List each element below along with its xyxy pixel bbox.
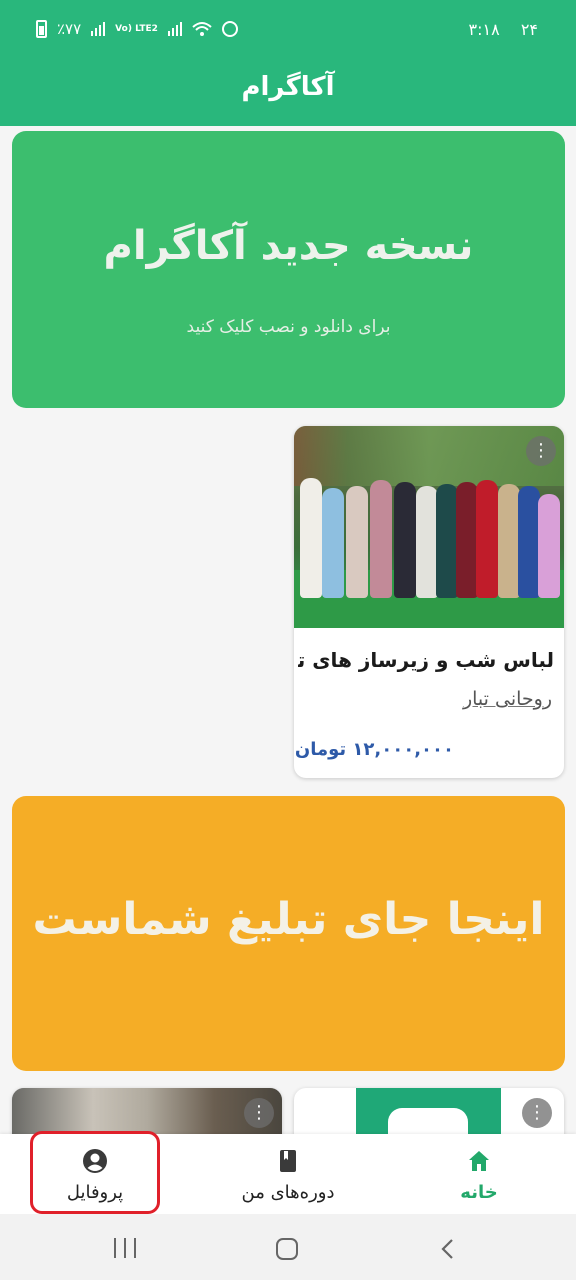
nav-item-home[interactable]: خانه (404, 1134, 554, 1214)
app-title: آکاگرام (241, 72, 335, 102)
status-clock: ۳:۱۸ (468, 20, 500, 39)
alarm-icon (221, 21, 238, 37)
update-banner-title: نسخه جدید آکاگرام (103, 223, 474, 269)
battery-level: ٪۷۷ (57, 20, 82, 38)
product-image (294, 426, 564, 628)
back-icon[interactable] (438, 1238, 458, 1260)
status-date: ۲۴ (520, 20, 538, 39)
update-banner-subtitle: برای دانلود و نصب کلیک کنید (186, 317, 391, 337)
product-menu-icon[interactable]: ⋮ (526, 436, 556, 466)
product-menu-icon[interactable]: ⋮ (244, 1098, 274, 1128)
book-icon (280, 1150, 296, 1172)
system-navigation-bar (0, 1214, 576, 1280)
ad-banner-title: اینجا جای تبلیغ شماست (32, 894, 545, 945)
app-header: ٪۷۷ Vo) LTE2 ۲۴ ۳:۱۸ آکاگرام (0, 0, 576, 126)
home-icon (469, 1151, 489, 1171)
product-card[interactable]: ⋮ لباس شب و زیرساز های تخ ۱۲,۰۰۰,۰۰۰ توم… (294, 426, 564, 778)
product-menu-icon[interactable]: ⋮ (522, 1098, 552, 1128)
status-time: ۲۴ ۳:۱۸ (453, 20, 538, 39)
signal-2-icon (167, 22, 182, 36)
profile-highlight-box (30, 1131, 160, 1214)
signal-icon (91, 22, 106, 36)
update-banner[interactable]: نسخه جدید آکاگرام برای دانلود و نصب کلیک… (12, 131, 565, 408)
nav-label-my-courses: دوره‌های من (241, 1182, 335, 1203)
home-button-icon[interactable] (276, 1238, 298, 1260)
battery-icon (36, 20, 47, 38)
status-icons: ٪۷۷ Vo) LTE2 (36, 20, 238, 38)
nav-item-my-courses[interactable]: دوره‌های من (213, 1134, 363, 1214)
ad-banner[interactable]: اینجا جای تبلیغ شماست (12, 796, 565, 1071)
product-seller[interactable]: روحانی تبار (463, 688, 552, 710)
network-label: Vo) LTE2 (115, 23, 158, 34)
product-price: ۱۲,۰۰۰,۰۰۰ تومان (294, 739, 454, 760)
product-title: لباس شب و زیرساز های تخ (298, 648, 554, 672)
status-bar: ٪۷۷ Vo) LTE2 ۲۴ ۳:۱۸ (0, 0, 576, 62)
nav-label-home: خانه (460, 1182, 498, 1203)
wifi-icon (192, 22, 212, 36)
recents-icon[interactable] (114, 1238, 136, 1258)
